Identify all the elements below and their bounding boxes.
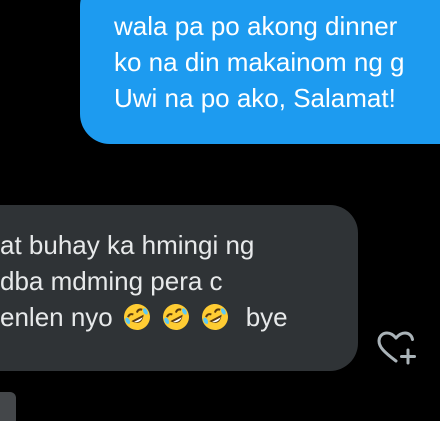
message-line-with-emoji: enlen nyo bye [0,299,358,335]
message-line: at buhay ka hmingi ng [0,230,255,260]
message-line: wala pa po akong dinner [114,11,398,41]
sent-message-bubble[interactable]: wala pa po akong dinner ko na din makain… [80,0,440,144]
message-line: Uwi na po ako, Salamat! [114,83,396,113]
message-text: enlen nyo [0,302,113,332]
message-trailing-text: bye [245,302,288,332]
message-line: dba mdming pera c [0,266,223,296]
avatar[interactable] [0,392,16,421]
heart-plus-icon[interactable] [376,330,418,366]
dm-conversation: wala pa po akong dinner ko na din makain… [0,0,440,421]
rolling-on-floor-laughing-emoji-icon [202,304,229,330]
rolling-on-floor-laughing-emoji-icon [163,304,190,330]
message-line: ko na din makainom ng g [114,47,405,77]
received-message-bubble[interactable]: at buhay ka hmingi ng dba mdming pera c … [0,205,358,371]
rolling-on-floor-laughing-emoji-icon [124,304,150,330]
